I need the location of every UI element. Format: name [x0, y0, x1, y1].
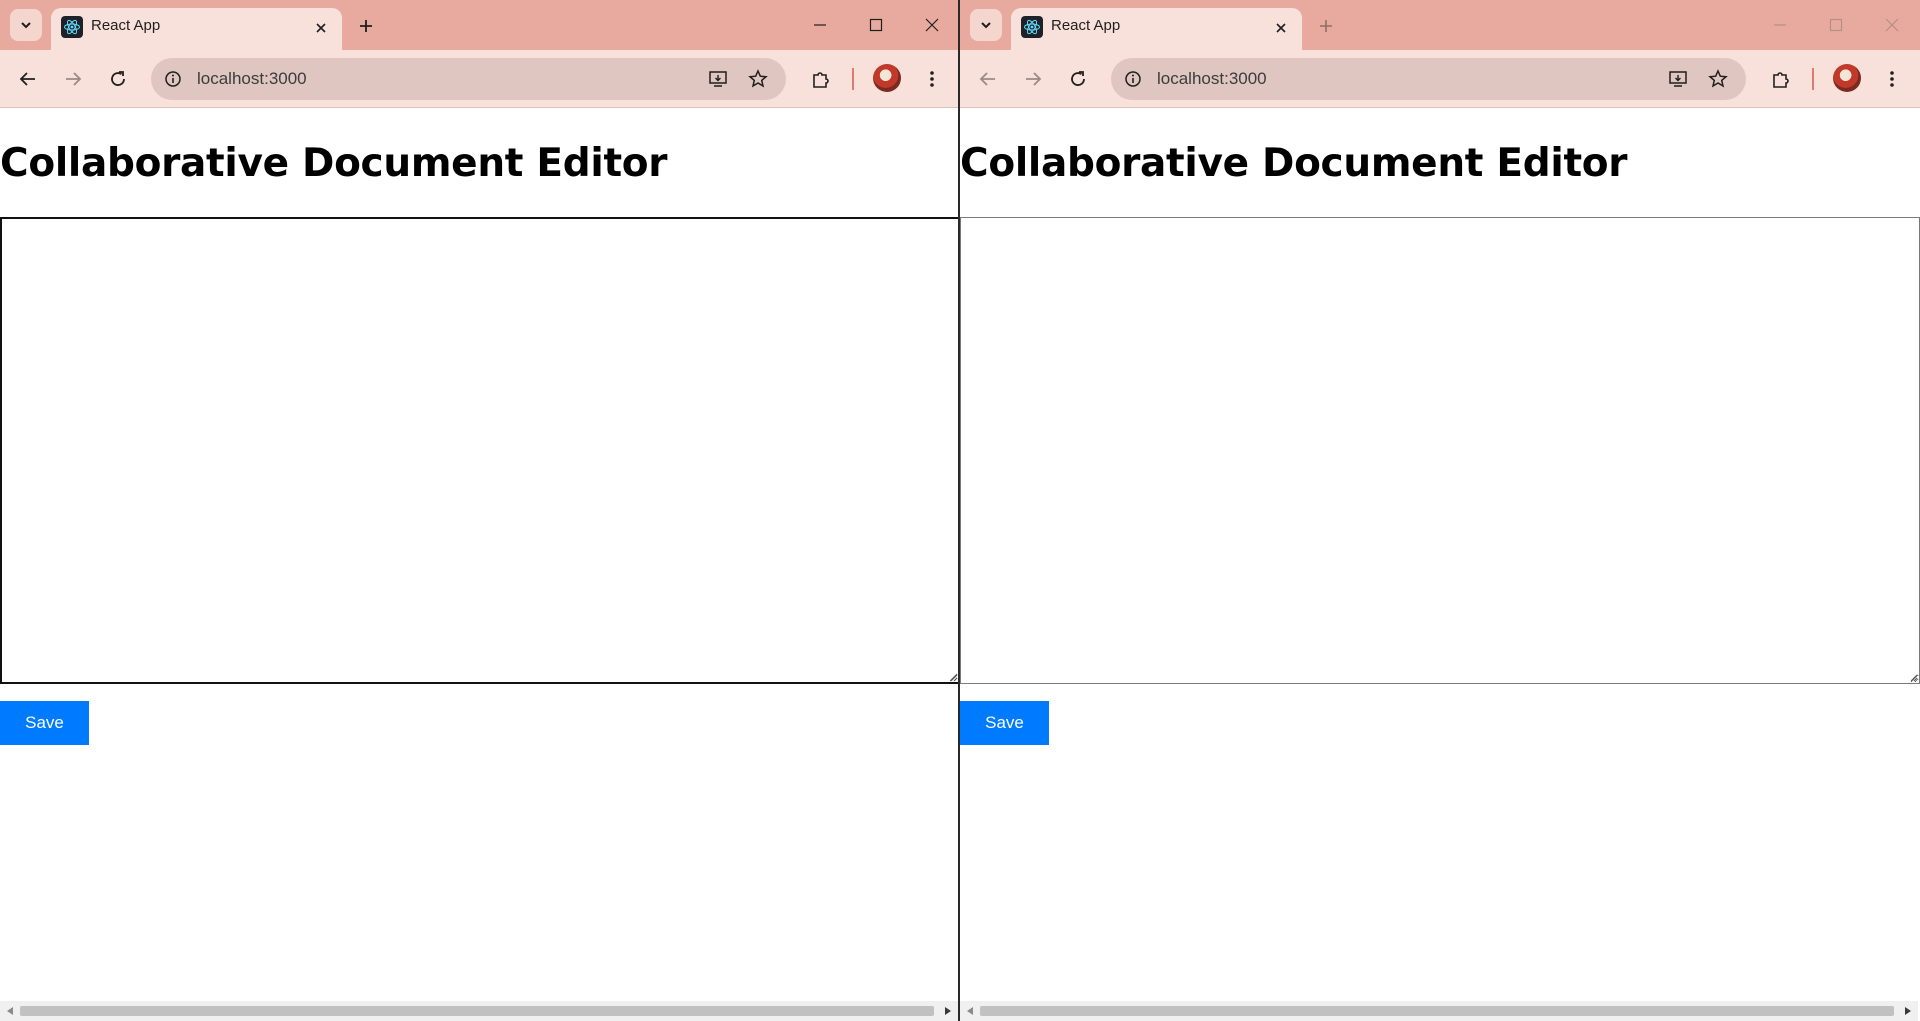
browser-toolbar: localhost:3000 — [960, 50, 1920, 108]
new-tab-button[interactable] — [1310, 10, 1342, 42]
close-icon — [1885, 18, 1899, 32]
react-logo-icon — [61, 16, 83, 38]
tab-active[interactable]: React App — [51, 8, 342, 50]
star-icon[interactable] — [1706, 67, 1730, 91]
forward-button[interactable] — [57, 63, 89, 95]
page-title: Collaborative Document Editor — [0, 141, 668, 186]
maximize-icon — [1829, 18, 1843, 32]
page-title: Collaborative Document Editor — [960, 141, 1628, 186]
close-icon — [316, 23, 326, 33]
puzzle-icon — [1773, 72, 1789, 88]
maximize-button[interactable] — [1808, 0, 1864, 50]
page-content: Collaborative Document Editor Save — [960, 109, 1920, 1001]
scroll-right-icon[interactable] — [1903, 1006, 1913, 1016]
close-icon — [1276, 23, 1286, 33]
browser-window-right: React App localhost:3000 Collaborative D… — [960, 0, 1920, 1021]
extensions-button[interactable] — [805, 63, 837, 95]
url-text: localhost:3000 — [197, 69, 307, 88]
browser-window-left: React App localhost:3000 Collaborative D… — [0, 0, 960, 1021]
info-icon[interactable] — [161, 67, 185, 91]
menu-button[interactable] — [1876, 63, 1908, 95]
chevron-down-icon — [21, 22, 31, 29]
horizontal-scrollbar[interactable] — [960, 1001, 1918, 1021]
resize-grip-icon[interactable] — [948, 672, 958, 682]
save-button[interactable]: Save — [0, 701, 89, 745]
react-logo-icon — [1021, 16, 1043, 38]
window-controls — [792, 0, 958, 50]
tab-strip: React App — [0, 0, 958, 50]
back-button[interactable] — [12, 63, 44, 95]
close-icon — [925, 18, 939, 32]
arrow-right-icon — [1026, 72, 1042, 86]
page-content: Collaborative Document Editor Save — [0, 109, 958, 1001]
reload-icon — [1071, 71, 1085, 86]
reload-button[interactable] — [102, 63, 134, 95]
address-bar[interactable]: localhost:3000 — [1111, 58, 1746, 100]
tab-close-button[interactable] — [310, 17, 332, 39]
tab-search-button[interactable] — [970, 9, 1002, 41]
new-tab-button[interactable] — [350, 10, 382, 42]
minimize-icon — [1774, 24, 1786, 26]
menu-button[interactable] — [916, 63, 948, 95]
save-button[interactable]: Save — [960, 701, 1049, 745]
tab-title: React App — [91, 17, 161, 34]
scrollbar-thumb[interactable] — [20, 1006, 934, 1016]
address-bar[interactable]: localhost:3000 — [151, 58, 786, 100]
toolbar-separator — [852, 68, 854, 90]
document-editor[interactable] — [960, 217, 1920, 684]
close-window-button[interactable] — [904, 0, 958, 50]
scroll-left-icon[interactable] — [5, 1006, 15, 1016]
kebab-menu-icon — [930, 71, 934, 87]
arrow-left-icon — [979, 72, 995, 86]
kebab-menu-icon — [1890, 71, 1894, 87]
toolbar-separator — [1812, 68, 1814, 90]
document-editor[interactable] — [0, 217, 958, 684]
browser-toolbar: localhost:3000 — [0, 50, 958, 108]
install-app-icon[interactable] — [706, 67, 730, 91]
window-controls — [1752, 0, 1920, 50]
url-text: localhost:3000 — [1157, 69, 1267, 88]
avatar[interactable] — [873, 64, 901, 92]
back-button[interactable] — [972, 63, 1004, 95]
tab-title: React App — [1051, 17, 1121, 34]
scrollbar-thumb[interactable] — [980, 1006, 1894, 1016]
tab-strip: React App — [960, 0, 1920, 50]
arrow-right-icon — [66, 72, 82, 86]
forward-button[interactable] — [1017, 63, 1049, 95]
maximize-button[interactable] — [848, 0, 904, 50]
tab-close-button[interactable] — [1270, 17, 1292, 39]
tab-active[interactable]: React App — [1011, 8, 1302, 50]
minimize-button[interactable] — [792, 0, 848, 50]
arrow-left-icon — [19, 72, 35, 86]
maximize-icon — [869, 18, 883, 32]
scroll-left-icon[interactable] — [965, 1006, 975, 1016]
tab-search-button[interactable] — [10, 9, 42, 41]
star-icon[interactable] — [746, 67, 770, 91]
chevron-down-icon — [981, 22, 991, 29]
reload-icon — [111, 71, 125, 86]
minimize-icon — [814, 24, 826, 26]
horizontal-scrollbar[interactable] — [0, 1001, 958, 1021]
resize-grip-icon[interactable] — [1908, 672, 1918, 682]
close-window-button[interactable] — [1864, 0, 1920, 50]
minimize-button[interactable] — [1752, 0, 1808, 50]
plus-icon — [360, 20, 372, 32]
info-icon[interactable] — [1121, 67, 1145, 91]
avatar[interactable] — [1833, 64, 1861, 92]
extensions-button[interactable] — [1765, 63, 1797, 95]
scroll-right-icon[interactable] — [943, 1006, 953, 1016]
plus-icon — [1320, 20, 1332, 32]
install-app-icon[interactable] — [1666, 67, 1690, 91]
puzzle-icon — [813, 72, 829, 88]
reload-button[interactable] — [1062, 63, 1094, 95]
